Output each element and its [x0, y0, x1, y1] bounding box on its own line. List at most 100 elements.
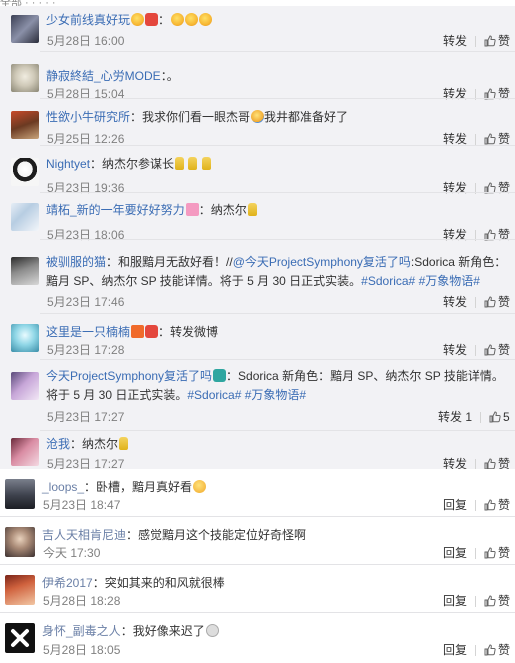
username-link[interactable]: 静寂終結_心労MODE — [46, 69, 161, 83]
thumb-up-icon — [484, 35, 496, 47]
emoji-icon — [131, 325, 145, 338]
username-link[interactable]: 被驯服的猫 — [46, 255, 106, 269]
emoji-icon — [247, 203, 257, 216]
list-item: 性欲小牛研究所：我求你们看一眼杰哥 我井都准备好了 5月25日 12:26 转发 … — [0, 99, 515, 146]
emoji-icon — [201, 157, 211, 170]
like-button[interactable]: 5 — [489, 410, 510, 424]
avatar[interactable] — [11, 64, 39, 92]
username-link[interactable]: _loops_ — [42, 480, 84, 494]
like-button[interactable]: 赞 — [484, 295, 510, 309]
avatar[interactable] — [11, 324, 39, 352]
repost-text: ： — [158, 13, 171, 27]
emoji-icon — [251, 110, 265, 123]
emoji-icon — [145, 13, 159, 26]
emoji-icon — [205, 624, 219, 637]
username-link[interactable]: 性欲小牛研究所 — [46, 110, 130, 124]
repost-button[interactable]: 转发 — [443, 295, 467, 309]
like-button[interactable]: 赞 — [484, 643, 510, 657]
avatar[interactable] — [11, 111, 39, 139]
avatar[interactable] — [11, 158, 39, 186]
reply-button[interactable]: 回复 — [443, 498, 467, 512]
repost-text: ：Sdorica 新角色：黯月 SP、纳杰尔 SP 技能详情。 — [226, 369, 504, 383]
mention-link[interactable]: @今天ProjectSymphony复活了吗 — [233, 255, 411, 269]
repost-text: ：和服黯月无敌好看！// — [106, 255, 233, 269]
divider — [475, 645, 476, 656]
timestamp: 今天 17:30 — [43, 546, 101, 560]
emoji-icon — [171, 13, 185, 26]
repost-button[interactable]: 转发 — [443, 132, 467, 146]
like-button[interactable]: 赞 — [484, 343, 510, 357]
divider — [480, 412, 481, 423]
timestamp: 5月23日 18:47 — [43, 498, 121, 512]
avatar[interactable] — [5, 575, 35, 605]
repost-line-2: 黯月 SP、纳杰尔 SP 技能详情。将于 5 月 30 日正式实装。 — [46, 274, 362, 288]
avatar[interactable] — [11, 438, 39, 466]
username-link[interactable]: 少女前线真好玩 — [46, 13, 130, 27]
like-button[interactable]: 赞 — [484, 34, 510, 48]
emoji-icon — [185, 203, 199, 216]
divider — [475, 500, 476, 511]
repost-button[interactable]: 转发 — [443, 343, 467, 357]
thumb-up-icon — [489, 411, 501, 423]
thumb-up-icon — [484, 595, 496, 607]
like-button[interactable]: 赞 — [484, 546, 510, 560]
list-item: 今天ProjectSymphony复活了吗 ：Sdorica 新角色：黯月 SP、… — [0, 360, 515, 431]
topic-link[interactable]: #万象物语# — [419, 274, 480, 288]
reply-button[interactable]: 回复 — [443, 643, 467, 657]
username-link[interactable]: Nightyet — [46, 157, 90, 171]
topic-link[interactable]: #Sdorica# — [361, 274, 415, 288]
username-link[interactable]: 今天ProjectSymphony复活了吗 — [46, 369, 212, 383]
list-item: 这里是一只楠楠 ：转发微博 5月23日 17:28 转发 赞 — [0, 314, 515, 360]
thumb-up-icon — [484, 547, 496, 559]
list-item: 被驯服的猫：和服黯月无敌好看！//@今天ProjectSymphony复活了吗:… — [0, 240, 515, 314]
avatar[interactable] — [11, 203, 39, 231]
username-link[interactable]: 沧我 — [46, 437, 70, 451]
emoji-icon — [193, 480, 207, 493]
like-label: 赞 — [498, 34, 511, 48]
comment-text: ：卧槽，黯月真好看 — [84, 480, 193, 494]
divider — [475, 297, 476, 308]
timestamp: 5月28日 18:28 — [43, 594, 121, 608]
topic-link[interactable]: #Sdorica# — [187, 388, 241, 402]
username-link[interactable]: 靖柘_新的一年要好好努力 — [46, 203, 185, 217]
emoji-icon — [213, 369, 227, 382]
username-link[interactable]: 这里是一只楠楠 — [46, 325, 130, 339]
avatar[interactable] — [5, 527, 35, 557]
like-label: 赞 — [498, 498, 511, 512]
avatar[interactable] — [5, 623, 35, 653]
repost-text: ：纳杰尔 — [198, 203, 247, 217]
repost-line-2: 将于 5 月 30 日正式实装。 — [46, 388, 188, 402]
like-button[interactable]: 赞 — [484, 498, 510, 512]
timestamp: 5月23日 17:46 — [47, 295, 125, 309]
username-link[interactable]: 伊希2017 — [42, 576, 93, 590]
emoji-icon — [185, 13, 199, 26]
repost-button[interactable]: 转发 1 — [438, 410, 472, 424]
list-item: 靖柘_新的一年要好好努力 ：纳杰尔 5月23日 18:06 转发 赞 — [0, 193, 515, 242]
like-label: 赞 — [498, 594, 511, 608]
like-button[interactable]: 赞 — [484, 594, 510, 608]
avatar[interactable] — [5, 479, 35, 509]
emoji-icon — [175, 157, 185, 170]
like-label: 赞 — [498, 295, 511, 309]
avatar[interactable] — [11, 15, 39, 43]
username-link[interactable]: 身怀_副毒之人 — [42, 624, 121, 638]
list-item: 伊希2017：突如其来的和风就很棒 5月28日 18:28 回复 赞 — [0, 565, 515, 613]
thumb-up-icon — [484, 499, 496, 511]
close-icon — [11, 629, 29, 647]
topic-link[interactable]: #万象物语# — [245, 388, 306, 402]
reply-button[interactable]: 回复 — [443, 594, 467, 608]
repost-text: ：转发微博 — [158, 325, 219, 339]
like-button[interactable]: 赞 — [484, 132, 510, 146]
list-item: _loops_：卧槽，黯月真好看 5月23日 18:47 回复 赞 — [0, 469, 515, 517]
emoji-icon — [119, 437, 129, 450]
avatar[interactable] — [11, 372, 39, 400]
like-label: 赞 — [498, 546, 511, 560]
repost-text: ：纳杰尔 — [70, 437, 119, 451]
reply-button[interactable]: 回复 — [443, 546, 467, 560]
avatar[interactable] — [11, 257, 39, 285]
like-label: 赞 — [498, 643, 511, 657]
comment-text: ：我好像来迟了 — [120, 624, 205, 638]
username-link[interactable]: 吉人天相肯尼迪 — [42, 528, 126, 542]
repost-button[interactable]: 转发 — [443, 34, 467, 48]
emoji-icon — [145, 325, 159, 338]
